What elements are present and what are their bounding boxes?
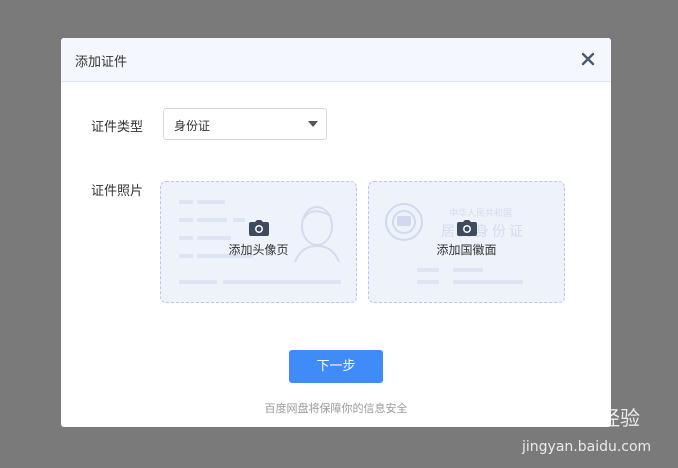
- id-back-title-1: 中华人民共和国: [449, 207, 512, 219]
- dialog-header: 添加证件: [61, 38, 611, 82]
- upload-front-label: 添加头像页: [228, 243, 289, 257]
- camera-icon: [249, 220, 269, 236]
- dialog-title: 添加证件: [75, 55, 128, 70]
- paw-icon: [569, 398, 594, 423]
- upload-front-card[interactable]: 添加头像页: [160, 181, 357, 303]
- upload-back-label: 添加国徽面: [436, 243, 497, 257]
- add-document-dialog: 添加证件 证件类型 身份证 证件照片 添加头像页 中华人民共和国 居民身份证 添…: [61, 38, 611, 427]
- document-type-value: 身份证: [174, 119, 211, 133]
- camera-icon: [457, 220, 477, 236]
- baidu-jingyan-watermark: Bai 经验 jingyan.baidu.com: [521, 398, 651, 455]
- id-back-title-2: 居民身份证: [441, 224, 526, 240]
- close-icon[interactable]: [579, 50, 597, 68]
- chevron-down-icon: [308, 121, 318, 127]
- watermark-brand: Bai: [522, 403, 565, 431]
- document-type-label: 证件类型: [91, 120, 144, 135]
- document-photo-label: 证件照片: [91, 184, 144, 199]
- upload-back-card[interactable]: 中华人民共和国 居民身份证 添加国徽面: [368, 181, 565, 303]
- watermark-url: jingyan.baidu.com: [521, 439, 651, 455]
- next-step-button[interactable]: 下一步: [289, 350, 383, 383]
- document-type-select[interactable]: 身份证: [163, 108, 327, 140]
- watermark-brand-suffix: 经验: [600, 406, 640, 430]
